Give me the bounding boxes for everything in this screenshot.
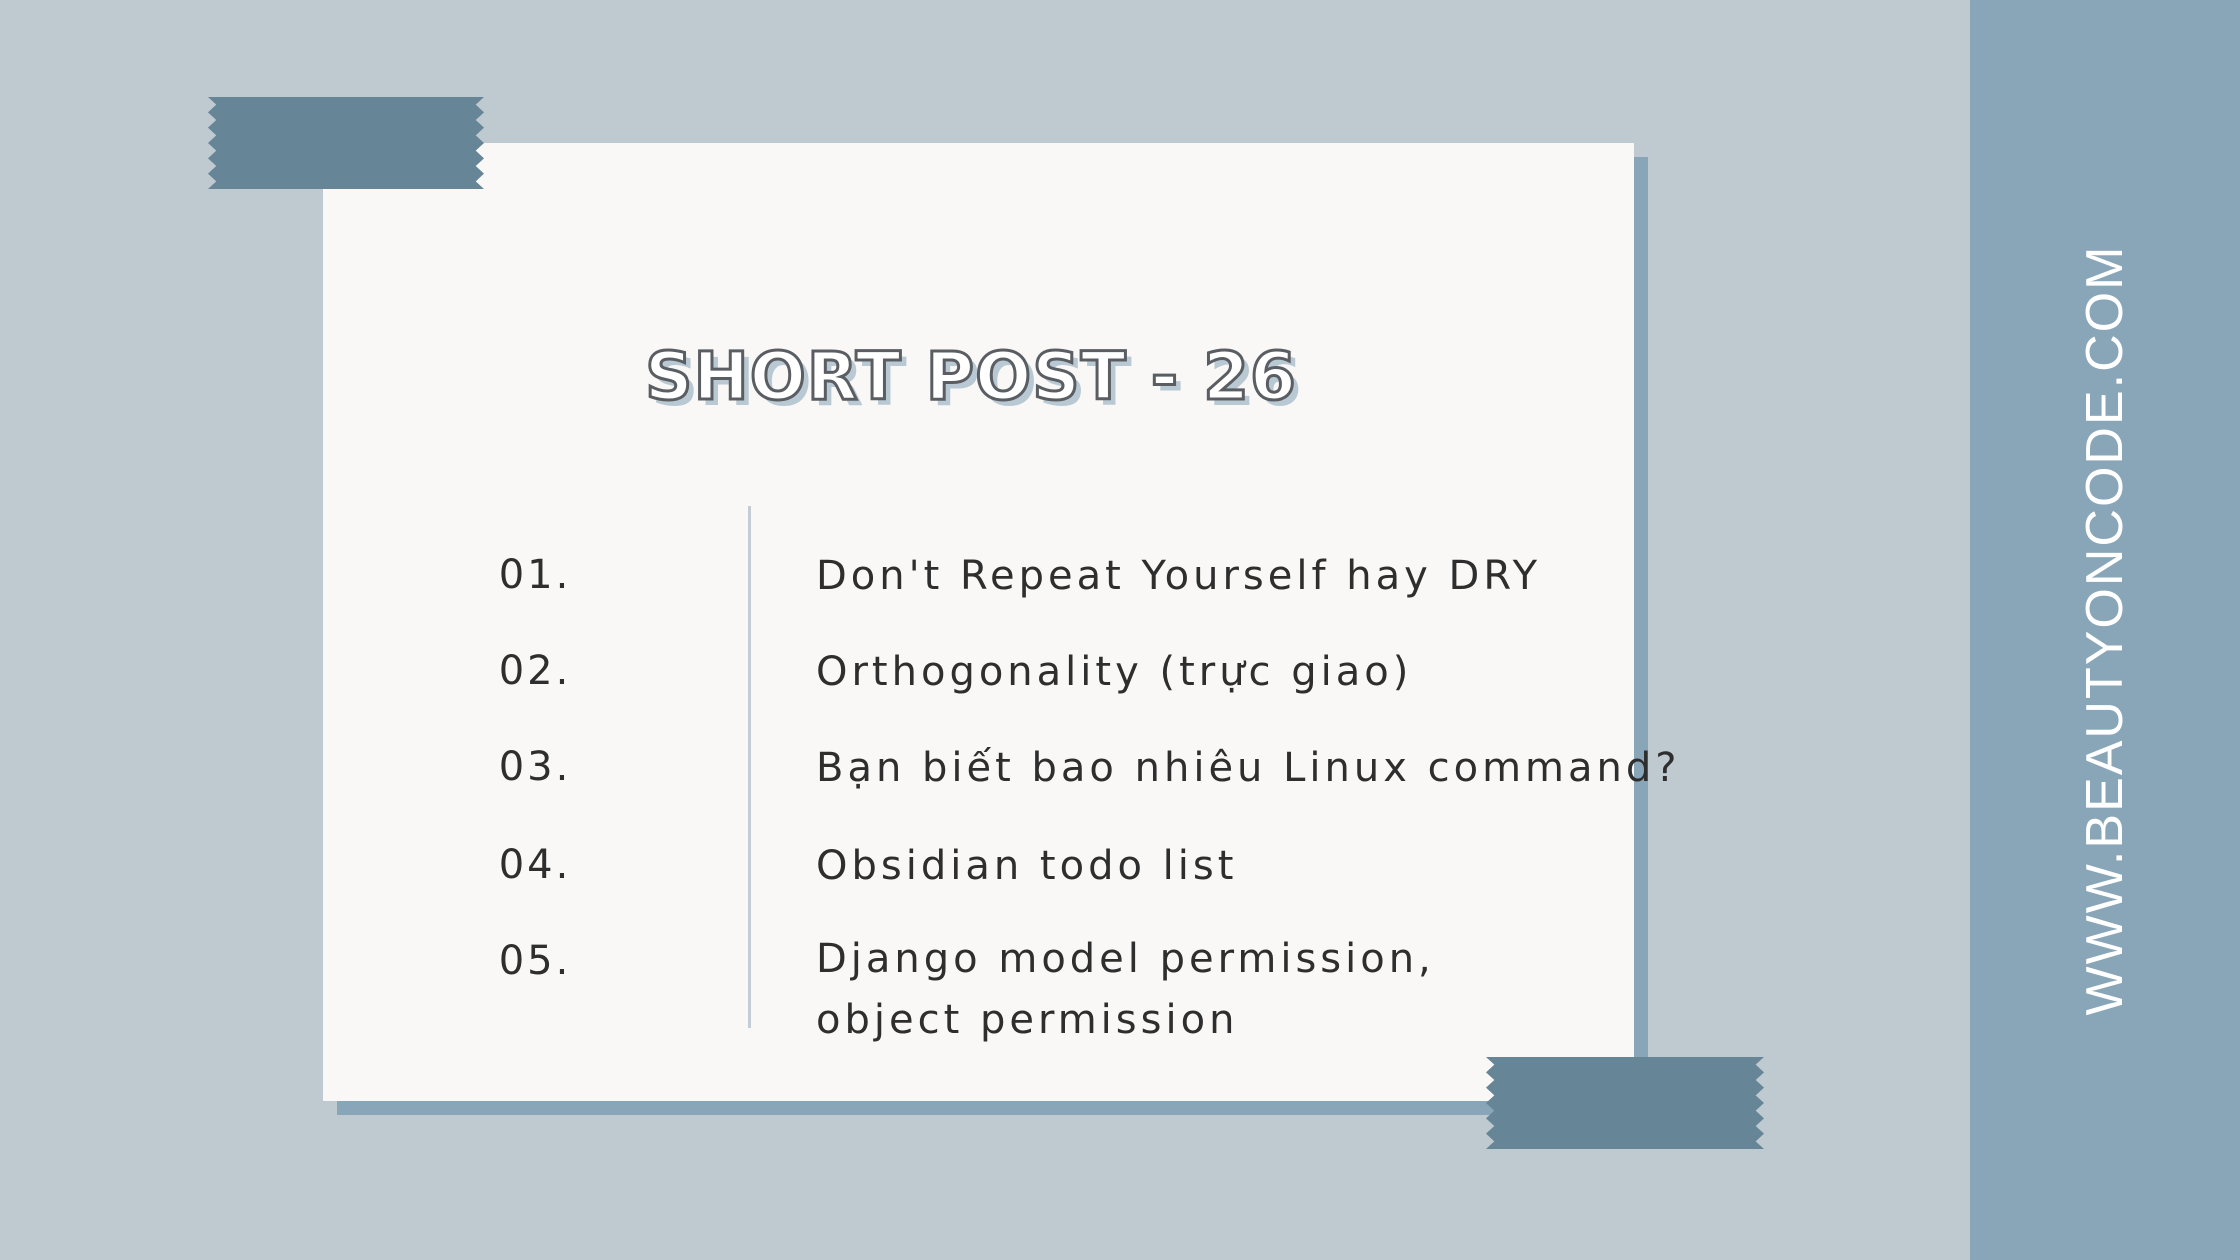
item-text-02: Orthogonality (trực giao) (816, 649, 1413, 695)
item-number-05: 05. (498, 938, 572, 984)
page-title: SHORT POST - 26 (644, 337, 1298, 417)
list-divider (748, 506, 751, 1028)
item-text-01: Don't Repeat Yourself hay DRY (816, 553, 1542, 599)
sidebar-band: WWW.BEAUTYONCODE.COM (1970, 0, 2240, 1260)
item-text-04: Obsidian todo list (816, 843, 1238, 889)
item-number-02: 02. (498, 648, 572, 694)
tape-top-left (208, 97, 484, 189)
website-url: WWW.BEAUTYONCODE.COM (2076, 244, 2134, 1016)
item-number-01: 01. (498, 552, 572, 598)
item-text-03: Bạn biết bao nhiêu Linux command? (816, 745, 1681, 791)
tape-bottom-right (1486, 1057, 1764, 1149)
item-text-05-line2: object permission (816, 997, 1239, 1043)
item-text-05-line1: Django model permission, (816, 936, 1435, 982)
item-number-03: 03. (498, 744, 572, 790)
item-number-04: 04. (498, 842, 572, 888)
